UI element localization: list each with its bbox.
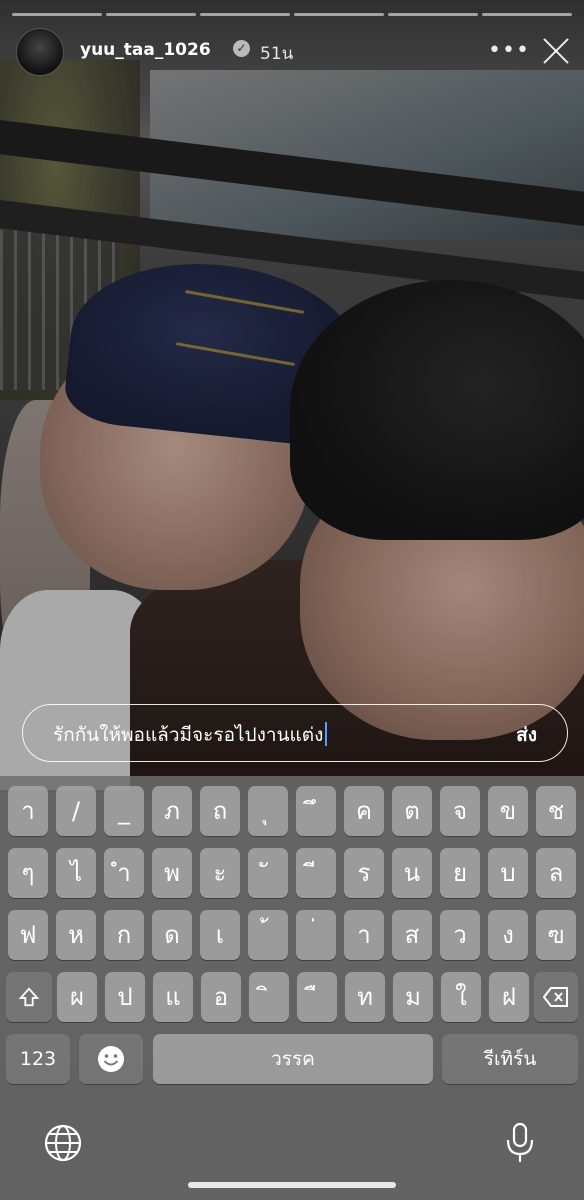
key[interactable]: า (8, 786, 48, 836)
key[interactable]: พ (152, 848, 192, 898)
progress-segment (294, 13, 384, 16)
reply-text: รักกันให้พอแล้วมีจะรอไปงานแต่ง (53, 724, 324, 746)
key[interactable]: ผ (57, 972, 97, 1022)
numbers-key[interactable]: 123 (6, 1034, 70, 1084)
key[interactable]: ย (440, 848, 480, 898)
key[interactable]: า (344, 910, 384, 960)
progress-segment (12, 13, 102, 16)
progress-segment (200, 13, 290, 16)
emoji-icon (98, 1046, 124, 1072)
key[interactable]: ม (393, 972, 433, 1022)
key[interactable]: ำ (104, 848, 144, 898)
key[interactable]: อ (201, 972, 241, 1022)
key[interactable]: ก (104, 910, 144, 960)
key[interactable]: ะ (200, 848, 240, 898)
key[interactable]: แ (153, 972, 193, 1022)
key[interactable]: น (392, 848, 432, 898)
text-cursor (325, 722, 328, 746)
keyboard-row-5: 123 วรรค รีเทิร์น (0, 1034, 584, 1086)
delete-icon (542, 987, 568, 1007)
key[interactable]: ต (392, 786, 432, 836)
key[interactable]: ้ (248, 910, 288, 960)
key[interactable]: ๆ (8, 848, 48, 898)
key[interactable]: ภ (152, 786, 192, 836)
key[interactable]: ่ (296, 910, 336, 960)
keyboard-row-2: ๆไำพะัีรนยบล (0, 848, 584, 900)
globe-icon[interactable] (44, 1124, 82, 1162)
key[interactable]: ห (56, 910, 96, 960)
key[interactable]: ค (344, 786, 384, 836)
key[interactable]: ั (248, 848, 288, 898)
post-time: 51น (260, 44, 294, 64)
space-key[interactable]: วรรค (153, 1034, 433, 1084)
key[interactable]: ร (344, 848, 384, 898)
delete-key[interactable] (534, 972, 578, 1022)
key[interactable]: เ (200, 910, 240, 960)
reply-text-wrap: รักกันให้พอแล้วมีจะรอไปงานแต่ง (53, 720, 328, 750)
key[interactable]: ล (536, 848, 576, 898)
key[interactable]: ื (297, 972, 337, 1022)
close-icon[interactable] (538, 32, 574, 68)
shift-icon (18, 987, 40, 1007)
verified-badge-icon: ✓ (233, 40, 250, 57)
story-progress (12, 13, 572, 17)
progress-segment (388, 13, 478, 16)
key[interactable]: ส (392, 910, 432, 960)
key[interactable]: ง (488, 910, 528, 960)
key[interactable]: ท (345, 972, 385, 1022)
key[interactable]: ิ (249, 972, 289, 1022)
progress-segment (482, 13, 572, 16)
keyboard-row-4: ผปแอิืทมใฝ (0, 972, 584, 1024)
key[interactable]: ถ (200, 786, 240, 836)
key[interactable]: ว (440, 910, 480, 960)
key[interactable]: ึ (296, 786, 336, 836)
progress-segment (106, 13, 196, 16)
more-horizontal-icon[interactable]: ••• (488, 38, 530, 63)
return-key[interactable]: รีเทิร์น (442, 1034, 578, 1084)
emoji-key[interactable] (79, 1034, 143, 1084)
microphone-icon[interactable] (504, 1122, 536, 1164)
key[interactable]: ใ (441, 972, 481, 1022)
reply-input[interactable]: รักกันให้พอแล้วมีจะรอไปงานแต่ง ส่ง (22, 704, 568, 762)
keyboard-row-3: ฟหกดเ้่าสวงฃ (0, 910, 584, 962)
send-button[interactable]: ส่ง (516, 720, 537, 750)
key[interactable]: / (56, 786, 96, 836)
key[interactable]: ฃ (536, 910, 576, 960)
shift-key[interactable] (6, 972, 52, 1022)
username[interactable]: yuu_taa_1026 (80, 40, 211, 60)
key[interactable]: ุ (248, 786, 288, 836)
key[interactable]: ข (488, 786, 528, 836)
key[interactable]: ป (105, 972, 145, 1022)
keyboard: า/_ภถุึคตจขช ๆไำพะัีรนยบล ฟหกดเ้่าสวงฃ ผ… (0, 776, 584, 1200)
key[interactable]: ฝ (489, 972, 529, 1022)
keyboard-row-1: า/_ภถุึคตจขช (0, 786, 584, 838)
key[interactable]: ี (296, 848, 336, 898)
key[interactable]: บ (488, 848, 528, 898)
story-header: yuu_taa_1026 ✓ 51น ••• (16, 26, 576, 76)
home-indicator[interactable] (188, 1182, 396, 1188)
key[interactable]: ไ (56, 848, 96, 898)
avatar[interactable] (16, 28, 64, 76)
key[interactable]: _ (104, 786, 144, 836)
key[interactable]: จ (440, 786, 480, 836)
key[interactable]: ด (152, 910, 192, 960)
key[interactable]: ฟ (8, 910, 48, 960)
key[interactable]: ช (536, 786, 576, 836)
